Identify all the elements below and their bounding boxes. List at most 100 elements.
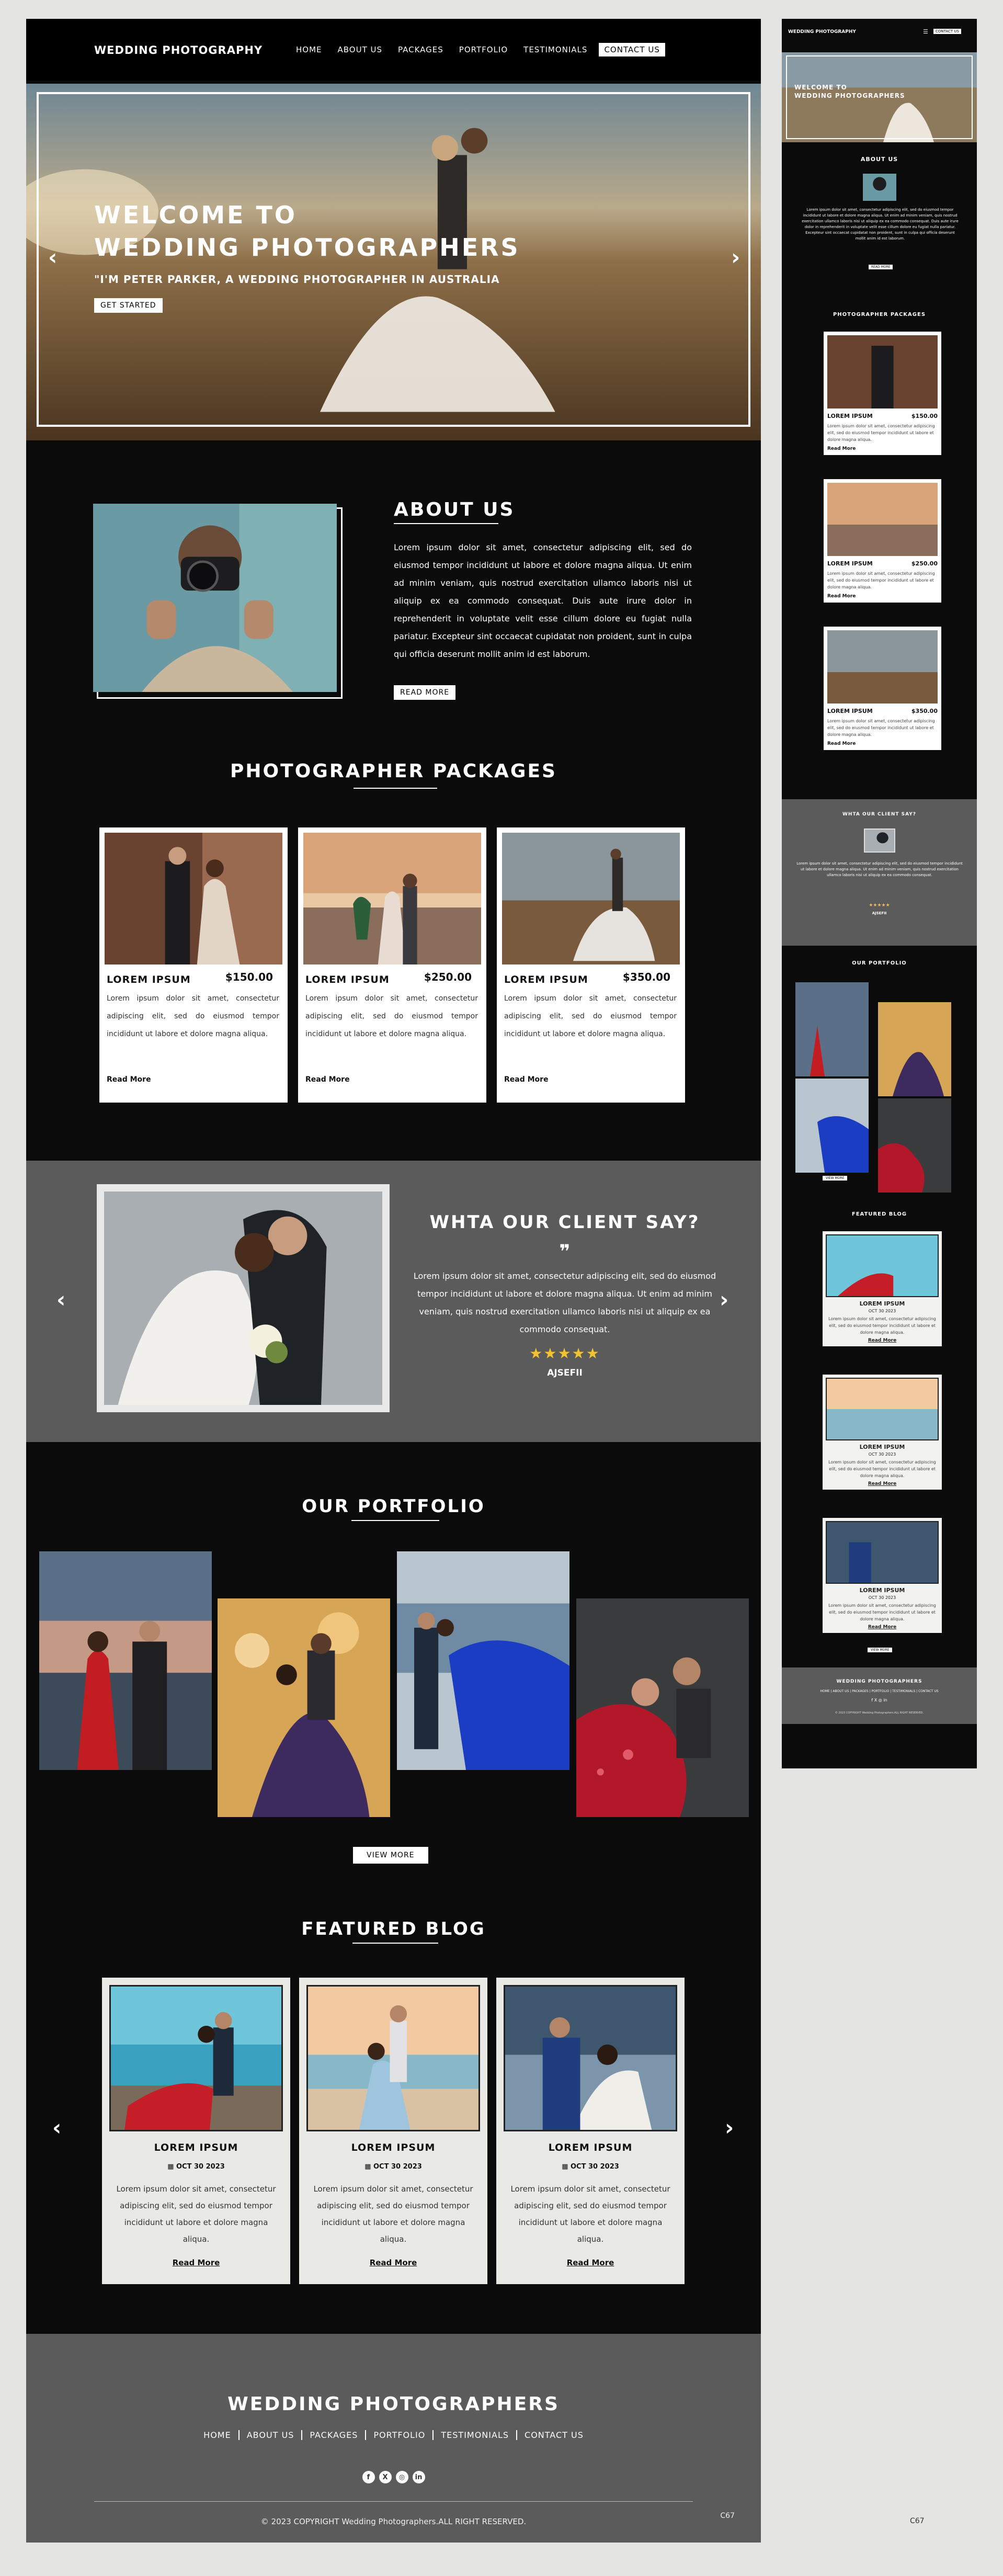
x-icon[interactable]: X — [874, 1698, 877, 1703]
mobile-blog-photo — [826, 1234, 939, 1297]
nav-testimonials[interactable]: TESTIMONIALS — [523, 43, 587, 56]
testimonial-prev-arrow[interactable]: ‹ — [56, 1289, 65, 1311]
mobile-blog-card-title: LOREM IPSUM — [859, 1300, 905, 1307]
footer-link-about[interactable]: ABOUT US — [240, 2430, 303, 2440]
blog-read-more-link[interactable]: Read More — [496, 2258, 685, 2267]
calendar-icon: ▦ — [562, 2163, 571, 2171]
testimonial-next-arrow[interactable]: › — [720, 1289, 728, 1311]
package-description: Lorem ipsum dolor sit amet, consectetur … — [504, 994, 677, 1038]
mobile-package-description: Lorem ipsum dolor sit amet, consectetur … — [827, 571, 935, 589]
mobile-blog-card-title: LOREM IPSUM — [859, 1444, 905, 1450]
hero-next-arrow[interactable]: › — [731, 246, 740, 268]
nav-home[interactable]: HOME — [296, 43, 322, 56]
nav-about[interactable]: ABOUT US — [338, 43, 383, 56]
desktop-page: WEDDING PHOTOGRAPHY HOME ABOUT US PACKAG… — [26, 19, 761, 2543]
blog-date-text: OCT 30 2023 — [571, 2163, 619, 2171]
mobile-contact-button[interactable]: CONTACT US — [933, 29, 961, 34]
mobile-footer-links[interactable]: HOME | ABOUT US | PACKAGES | PORTFOLIO |… — [782, 1689, 977, 1693]
instagram-icon[interactable]: ◎ — [879, 1698, 882, 1703]
mobile-package-name: LOREM IPSUM — [827, 413, 873, 419]
quote-icon: ❞ — [559, 1241, 571, 1263]
mobile-about-text: Lorem ipsum dolor sit amet, consectetur … — [802, 208, 959, 241]
package-price: $150.00 — [225, 971, 273, 983]
read-more-button[interactable]: READ MORE — [394, 685, 456, 700]
mobile-package-link[interactable]: Read More — [827, 741, 938, 746]
blog-card-title: LOREM IPSUM — [548, 2142, 633, 2153]
mobile-portfolio-photo[interactable] — [878, 1098, 951, 1193]
blog-next-arrow[interactable]: › — [725, 2117, 734, 2139]
mobile-menu-icon[interactable]: ☰ — [923, 28, 928, 35]
mobile-package-row: LOREM IPSUM $150.00 — [827, 413, 938, 419]
mobile-portfolio-photo[interactable] — [795, 1079, 869, 1173]
mobile-blog-date: OCT 30 2023 — [868, 1452, 896, 1457]
mobile-copyright-text: © 2023 COPYRIGHT Wedding Photographers.A… — [835, 1711, 924, 1715]
view-more-button[interactable]: VIEW MORE — [353, 1847, 428, 1864]
portfolio-photo[interactable] — [218, 1598, 390, 1817]
facebook-icon[interactable]: f — [362, 2471, 375, 2483]
mobile-portfolio-photo[interactable] — [795, 982, 869, 1076]
footer-link-contact[interactable]: CONTACT US — [517, 2430, 591, 2440]
package-card: LOREM IPSUM $350.00 Lorem ipsum dolor si… — [497, 827, 685, 1103]
about-title: ABOUT US — [394, 499, 515, 520]
footer-link-portfolio[interactable]: PORTFOLIO — [366, 2430, 434, 2440]
blog-prev-arrow[interactable]: ‹ — [52, 2117, 61, 2139]
nav-contact-button[interactable]: CONTACT US — [599, 43, 665, 56]
mobile-blog-card-title: LOREM IPSUM — [859, 1587, 905, 1594]
mobile-blog-date: OCT 30 2023 — [868, 1595, 896, 1600]
nav-portfolio[interactable]: PORTFOLIO — [459, 43, 508, 56]
mobile-blog-view-more-button[interactable]: VIEW MORE — [868, 1648, 893, 1652]
facebook-icon[interactable]: f — [871, 1698, 873, 1703]
linkedin-icon[interactable]: in — [883, 1698, 887, 1703]
mobile-package-link[interactable]: Read More — [827, 594, 938, 599]
package-read-more-link[interactable]: Read More — [504, 1075, 549, 1084]
x-icon[interactable]: X — [379, 2471, 392, 2483]
mobile-view-more-button[interactable]: VIEW MORE — [823, 1176, 848, 1181]
mobile-blog-link[interactable]: Read More — [826, 1481, 939, 1486]
blog-read-more-link[interactable]: Read More — [102, 2258, 290, 2267]
linkedin-icon[interactable]: in — [412, 2471, 425, 2483]
mobile-blog-link[interactable]: Read More — [826, 1625, 939, 1630]
footer-title: WEDDING PHOTOGRAPHERS — [227, 2393, 560, 2415]
package-name: LOREM IPSUM — [305, 974, 390, 985]
blog-read-more-link[interactable]: Read More — [299, 2258, 487, 2267]
about-text: Lorem ipsum dolor sit amet, consectetur … — [394, 542, 692, 659]
mobile-package-link[interactable]: Read More — [827, 446, 938, 451]
footer-link-testimonials[interactable]: TESTIMONIALS — [434, 2430, 518, 2440]
mobile-blog-photo — [826, 1521, 939, 1584]
get-started-button[interactable]: GET STARTED — [94, 298, 163, 313]
about-photo — [93, 504, 337, 692]
hero-prev-arrow[interactable]: ‹ — [48, 246, 57, 268]
package-photo — [502, 833, 680, 964]
footer-link-home[interactable]: HOME — [196, 2430, 240, 2440]
mobile-blog-excerpt: Lorem ipsum dolor sit amet, consectetur … — [828, 1317, 936, 1335]
mobile-blog-photo — [826, 1378, 939, 1440]
package-read-more-link[interactable]: Read More — [107, 1075, 151, 1084]
portfolio-photo[interactable] — [39, 1551, 212, 1770]
footer-link-packages[interactable]: PACKAGES — [302, 2430, 367, 2440]
mobile-portfolio-photo[interactable] — [878, 1002, 951, 1096]
mobile-blog-title: FEATURED BLOG — [851, 1211, 907, 1217]
portfolio-photo[interactable] — [397, 1551, 569, 1770]
mobile-blog-card: LOREM IPSUM OCT 30 2023 Lorem ipsum dolor … — [823, 1518, 942, 1633]
mobile-read-more-button[interactable]: READ MORE — [869, 265, 893, 269]
mobile-testimonial-title: WHTA OUR CLIENT SAY? — [842, 812, 916, 817]
package-description: Lorem ipsum dolor sit amet, consectetur … — [107, 994, 279, 1038]
nav-packages[interactable]: PACKAGES — [398, 43, 443, 56]
mobile-rating-stars: ★★★★★ — [869, 903, 890, 908]
mobile-hero-line-2: WEDDING PHOTOGRAPHERS — [794, 92, 905, 99]
testimonial-text: Lorem ipsum dolor sit amet, consectetur … — [413, 1271, 716, 1334]
mobile-brand[interactable]: WEDDING PHOTOGRAPHY — [788, 29, 856, 35]
hero-banner: WELCOME TO WEDDING PHOTOGRAPHERS "I'M PE… — [26, 84, 761, 440]
hero-heading: WELCOME TO WEDDING PHOTOGRAPHERS — [94, 199, 520, 264]
portfolio-photo[interactable] — [576, 1598, 749, 1817]
mobile-blog-excerpt: Lorem ipsum dolor sit amet, consectetur … — [828, 1460, 936, 1478]
brand-logo[interactable]: WEDDING PHOTOGRAPHY — [94, 44, 263, 56]
blog-date-text: OCT 30 2023 — [176, 2163, 225, 2171]
mobile-package-photo — [827, 483, 938, 556]
instagram-icon[interactable]: ◎ — [395, 2471, 408, 2483]
mobile-blog-link[interactable]: Read More — [826, 1338, 939, 1343]
testimonial-author: AJSEFII — [547, 1368, 583, 1378]
social-icons: f X ◎ in — [26, 2471, 761, 2483]
package-read-more-link[interactable]: Read More — [305, 1075, 350, 1084]
portfolio-title: OUR PORTFOLIO — [302, 1496, 485, 1517]
